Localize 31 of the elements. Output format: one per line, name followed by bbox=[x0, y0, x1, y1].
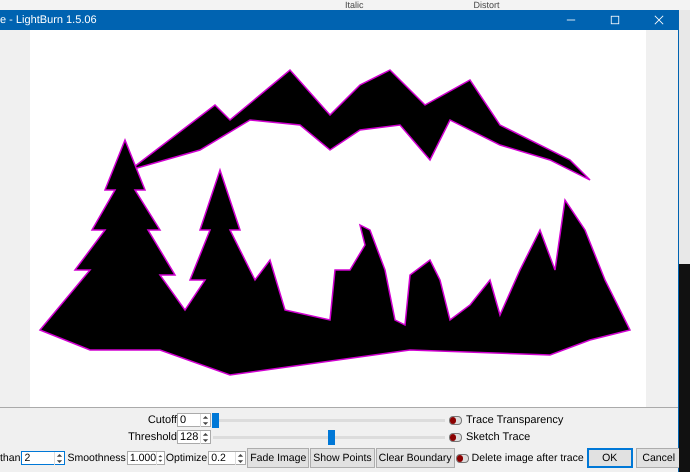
field-label: than bbox=[0, 452, 20, 464]
spin-box[interactable]: 0.2 bbox=[208, 451, 246, 465]
dialog-button[interactable]: OK bbox=[586, 448, 633, 468]
toggle-label: Trace Transparency bbox=[466, 414, 564, 426]
spin-arrows-icon[interactable] bbox=[200, 414, 210, 426]
spin-arrows-icon[interactable] bbox=[235, 452, 246, 464]
field-label: Smoothness bbox=[67, 452, 126, 464]
toggle-label: Delete image after trace bbox=[472, 452, 584, 464]
slider-thumb[interactable] bbox=[328, 430, 335, 444]
slider-thumb[interactable] bbox=[212, 412, 219, 428]
spin-box[interactable]: 2 bbox=[21, 451, 66, 465]
slider-label: Cutoff bbox=[146, 414, 177, 426]
spin-arrows-icon[interactable] bbox=[200, 430, 210, 444]
dialog-button[interactable]: Cancel bbox=[636, 448, 682, 468]
action-button[interactable]: Fade Image bbox=[247, 448, 310, 468]
spin-arrows-icon[interactable] bbox=[54, 452, 64, 464]
field-label: Optimize bbox=[166, 452, 208, 464]
maximize-icon[interactable] bbox=[610, 15, 620, 25]
toggle-label: Sketch Trace bbox=[466, 431, 530, 443]
spin-arrows-icon[interactable] bbox=[156, 452, 164, 464]
window-title: e - LightBurn 1.5.06 bbox=[0, 14, 97, 26]
slider-label: Threshold bbox=[127, 431, 177, 443]
action-button[interactable]: Clear Boundary bbox=[376, 448, 455, 468]
toggle-switch[interactable] bbox=[456, 454, 469, 462]
close-icon[interactable] bbox=[654, 15, 664, 25]
spin-box[interactable]: 0 bbox=[177, 413, 211, 427]
toggle-switch[interactable] bbox=[449, 432, 462, 442]
toggle-switch[interactable] bbox=[449, 416, 462, 424]
spin-box[interactable]: 128 bbox=[177, 430, 211, 444]
spin-box[interactable]: 1.000 bbox=[126, 451, 165, 465]
action-button[interactable]: Show Points bbox=[310, 448, 375, 468]
